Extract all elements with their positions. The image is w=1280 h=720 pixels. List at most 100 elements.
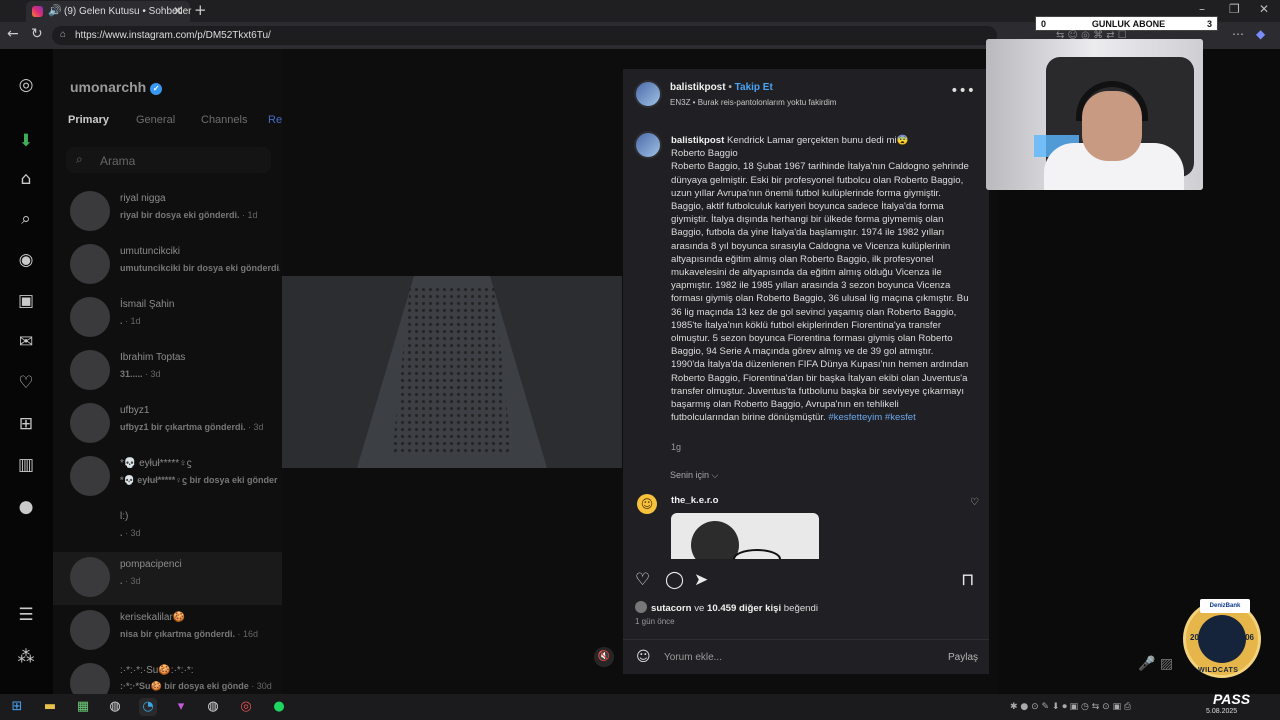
conversation-item[interactable]: umutuncikciki umutuncikciki bir dosya eki… bbox=[53, 239, 282, 292]
obs-icon[interactable]: ◎ bbox=[237, 698, 255, 716]
profile-icon[interactable]: ● bbox=[15, 497, 37, 519]
conversation-preview: . · 3d bbox=[120, 528, 141, 538]
conversation-name: :·*:·*:·Su🍪:·*:·*: bbox=[120, 665, 194, 676]
lock-icon: ⌂ bbox=[60, 29, 67, 40]
post-video[interactable] bbox=[282, 276, 622, 468]
conversation-name: ufbyz1 bbox=[120, 405, 150, 416]
back-icon[interactable]: ← bbox=[7, 26, 19, 42]
caption-username[interactable]: balistikpost bbox=[671, 135, 724, 146]
browser-tab[interactable]: 🔊 (9) Gelen Kutusu • Sohbetler ✕ bbox=[26, 1, 191, 22]
like-icon[interactable]: ♡ bbox=[635, 570, 650, 590]
inbox-username[interactable]: umonarchh ✓ bbox=[70, 79, 163, 95]
minimize-icon[interactable]: – bbox=[1199, 2, 1205, 16]
logo-year-right: 06 bbox=[1245, 633, 1254, 642]
more-options-icon[interactable]: ••• bbox=[950, 83, 975, 99]
steam-icon[interactable]: ◍ bbox=[106, 698, 124, 716]
conversation-preview: *💀 eyłuł*****♀ϛ bir dosya eki gönder bbox=[120, 475, 278, 485]
logo-center bbox=[1198, 615, 1246, 663]
comment-icon[interactable]: ◯ bbox=[665, 570, 684, 590]
tab-general[interactable]: General bbox=[136, 114, 175, 126]
conversation-item[interactable]: riyal nigga riyal bir dosya eki gönderdi.… bbox=[53, 186, 282, 239]
author-avatar[interactable] bbox=[634, 80, 662, 108]
comment-username[interactable]: the_k.e.r.o bbox=[671, 495, 718, 506]
avatar bbox=[70, 350, 110, 390]
home-icon[interactable]: ⌂ bbox=[15, 169, 37, 191]
maximize-icon[interactable]: ❐ bbox=[1229, 2, 1240, 16]
share-icon[interactable]: ➤ bbox=[694, 570, 708, 590]
taskbar: ⊞ ▬ ▦ ◍ ◔ ▾ ◍ ◎ ● ✱ ● ⊙ ✎ ⬇ ⏺ ▣ ◷ ⇆ ⊙ ▣ … bbox=[0, 694, 1280, 720]
reels-icon[interactable]: ▣ bbox=[15, 291, 37, 313]
inbox-search[interactable]: ⌕ Arama bbox=[66, 147, 271, 173]
conversation-item[interactable]: l:) . · 3d bbox=[53, 504, 282, 557]
avatar bbox=[70, 297, 110, 337]
copilot-icon[interactable]: ◆ bbox=[1256, 27, 1265, 41]
follow-button[interactable]: Takip Et bbox=[735, 82, 773, 93]
explore-icon[interactable]: ◉ bbox=[15, 250, 37, 272]
store-icon[interactable]: ▦ bbox=[74, 698, 92, 716]
avatar bbox=[70, 509, 110, 549]
comment-like-icon[interactable]: ♡ bbox=[970, 497, 979, 508]
save-icon[interactable]: ⊓ bbox=[961, 570, 974, 590]
url-field[interactable]: ⌂ https://www.instagram.com/p/DM52Tkxt6T… bbox=[52, 26, 997, 45]
search-icon: ⌕ bbox=[76, 152, 83, 166]
instagram-icon[interactable]: ◎ bbox=[15, 75, 37, 97]
image-shape bbox=[733, 549, 781, 559]
counter-right: 3 bbox=[1206, 19, 1212, 29]
conversation-preview: umutuncikciki bir dosya eki gönderdi. bbox=[120, 263, 280, 273]
audio-subtitle[interactable]: EN3Z • Burak reis-pantolonlarım yoktu fa… bbox=[670, 98, 836, 107]
conversation-item[interactable]: ufbyz1 ufbyz1 bir çıkartma gönderdi. · 3d bbox=[53, 398, 282, 451]
conversation-name: İsmail Şahin bbox=[120, 299, 175, 310]
conversation-item[interactable]: Ibrahim Toptas 31..... · 3d bbox=[53, 345, 282, 398]
spotify-icon[interactable]: ● bbox=[270, 698, 288, 716]
emoji-icon[interactable]: ☺ bbox=[636, 649, 651, 665]
smiley-avatar-icon[interactable]: ☺ bbox=[637, 494, 657, 514]
speaker-icon[interactable]: 🔊 bbox=[48, 4, 62, 17]
post-panel: balistikpost • Takip Et EN3Z • Burak rei… bbox=[623, 69, 989, 674]
liker-avatar bbox=[635, 601, 647, 613]
tab-primary[interactable]: Primary bbox=[68, 114, 109, 126]
mute-icon[interactable]: 🔇 bbox=[594, 647, 614, 667]
close-tab-icon[interactable]: ✕ bbox=[173, 4, 183, 18]
conversation-item[interactable]: İsmail Şahin . · 1d bbox=[53, 292, 282, 345]
author-name[interactable]: balistikpost bbox=[670, 82, 726, 93]
reload-icon[interactable]: ↻ bbox=[31, 26, 43, 42]
verified-icon: ✓ bbox=[150, 83, 163, 95]
more-icon[interactable]: ⋯ bbox=[1232, 27, 1244, 41]
search-icon[interactable]: ⌕ bbox=[15, 209, 37, 231]
share-comment-button[interactable]: Paylaş bbox=[948, 652, 978, 663]
tray-icons[interactable]: ✱ ● ⊙ ✎ ⬇ ⏺ ▣ ◷ ⇆ ⊙ ▣ ⎙ bbox=[1010, 698, 1220, 716]
tab-channels[interactable]: Channels bbox=[201, 114, 247, 126]
conversation-name: *💀 eyłuł*****♀ϛ bbox=[120, 458, 192, 469]
messages-icon[interactable]: ✉ bbox=[15, 332, 37, 354]
comment-image[interactable] bbox=[671, 513, 819, 559]
caption-avatar[interactable] bbox=[634, 131, 662, 159]
instagram-favicon-icon bbox=[32, 6, 43, 17]
new-tab-button[interactable]: + bbox=[194, 1, 207, 19]
edge-icon[interactable]: ◔ bbox=[139, 698, 157, 716]
caption-hashtags[interactable]: #kesfetteyim #kesfet bbox=[828, 412, 915, 423]
conversation-name: l:) bbox=[120, 511, 129, 522]
media-icon[interactable]: ▾ bbox=[172, 698, 190, 716]
for-you-dropdown[interactable]: Senin için ⌵ bbox=[670, 470, 718, 481]
liker-name[interactable]: sutacorn bbox=[651, 603, 692, 614]
close-window-icon[interactable]: ✕ bbox=[1259, 2, 1269, 16]
likes-count[interactable]: 10.459 diğer kişi bbox=[707, 603, 781, 614]
menu-icon[interactable]: ☰ bbox=[15, 605, 37, 627]
more-apps-icon[interactable]: ⁂ bbox=[15, 647, 37, 669]
conversation-item[interactable]: pompacipenci . · 3d bbox=[53, 552, 282, 605]
heart-icon[interactable]: ♡ bbox=[15, 373, 37, 395]
steam2-icon[interactable]: ◍ bbox=[204, 698, 222, 716]
start-icon[interactable]: ⊞ bbox=[8, 698, 26, 716]
likes-summary[interactable]: sutacorn ve 10.459 diğer kişi beğendi bbox=[635, 601, 818, 614]
conversation-item[interactable]: kerisekalilar🍪 nisa bir çıkartma gönderdi… bbox=[53, 605, 282, 658]
tab-requests[interactable]: Re bbox=[268, 114, 282, 126]
file-explorer-icon[interactable]: ▬ bbox=[41, 698, 59, 716]
counter-label: GUNLUK ABONE bbox=[1091, 19, 1166, 29]
comment-input[interactable]: Yorum ekle... bbox=[664, 652, 722, 663]
conversation-item[interactable]: *💀 eyłuł*****♀ϛ *💀 eyłuł*****♀ϛ bir dosya… bbox=[53, 451, 282, 504]
create-icon[interactable]: ⊞ bbox=[15, 414, 37, 436]
conversation-item[interactable]: :·*:·*:·Su🍪:·*:·*::·*:·*Su🍪 bir dosya ek… bbox=[53, 658, 282, 694]
dashboard-icon[interactable]: ▥ bbox=[15, 455, 37, 477]
download-icon[interactable]: ⬇ bbox=[15, 131, 37, 153]
wildcats-logo: DenizBank 20 06 WILDCATS bbox=[1183, 599, 1261, 678]
